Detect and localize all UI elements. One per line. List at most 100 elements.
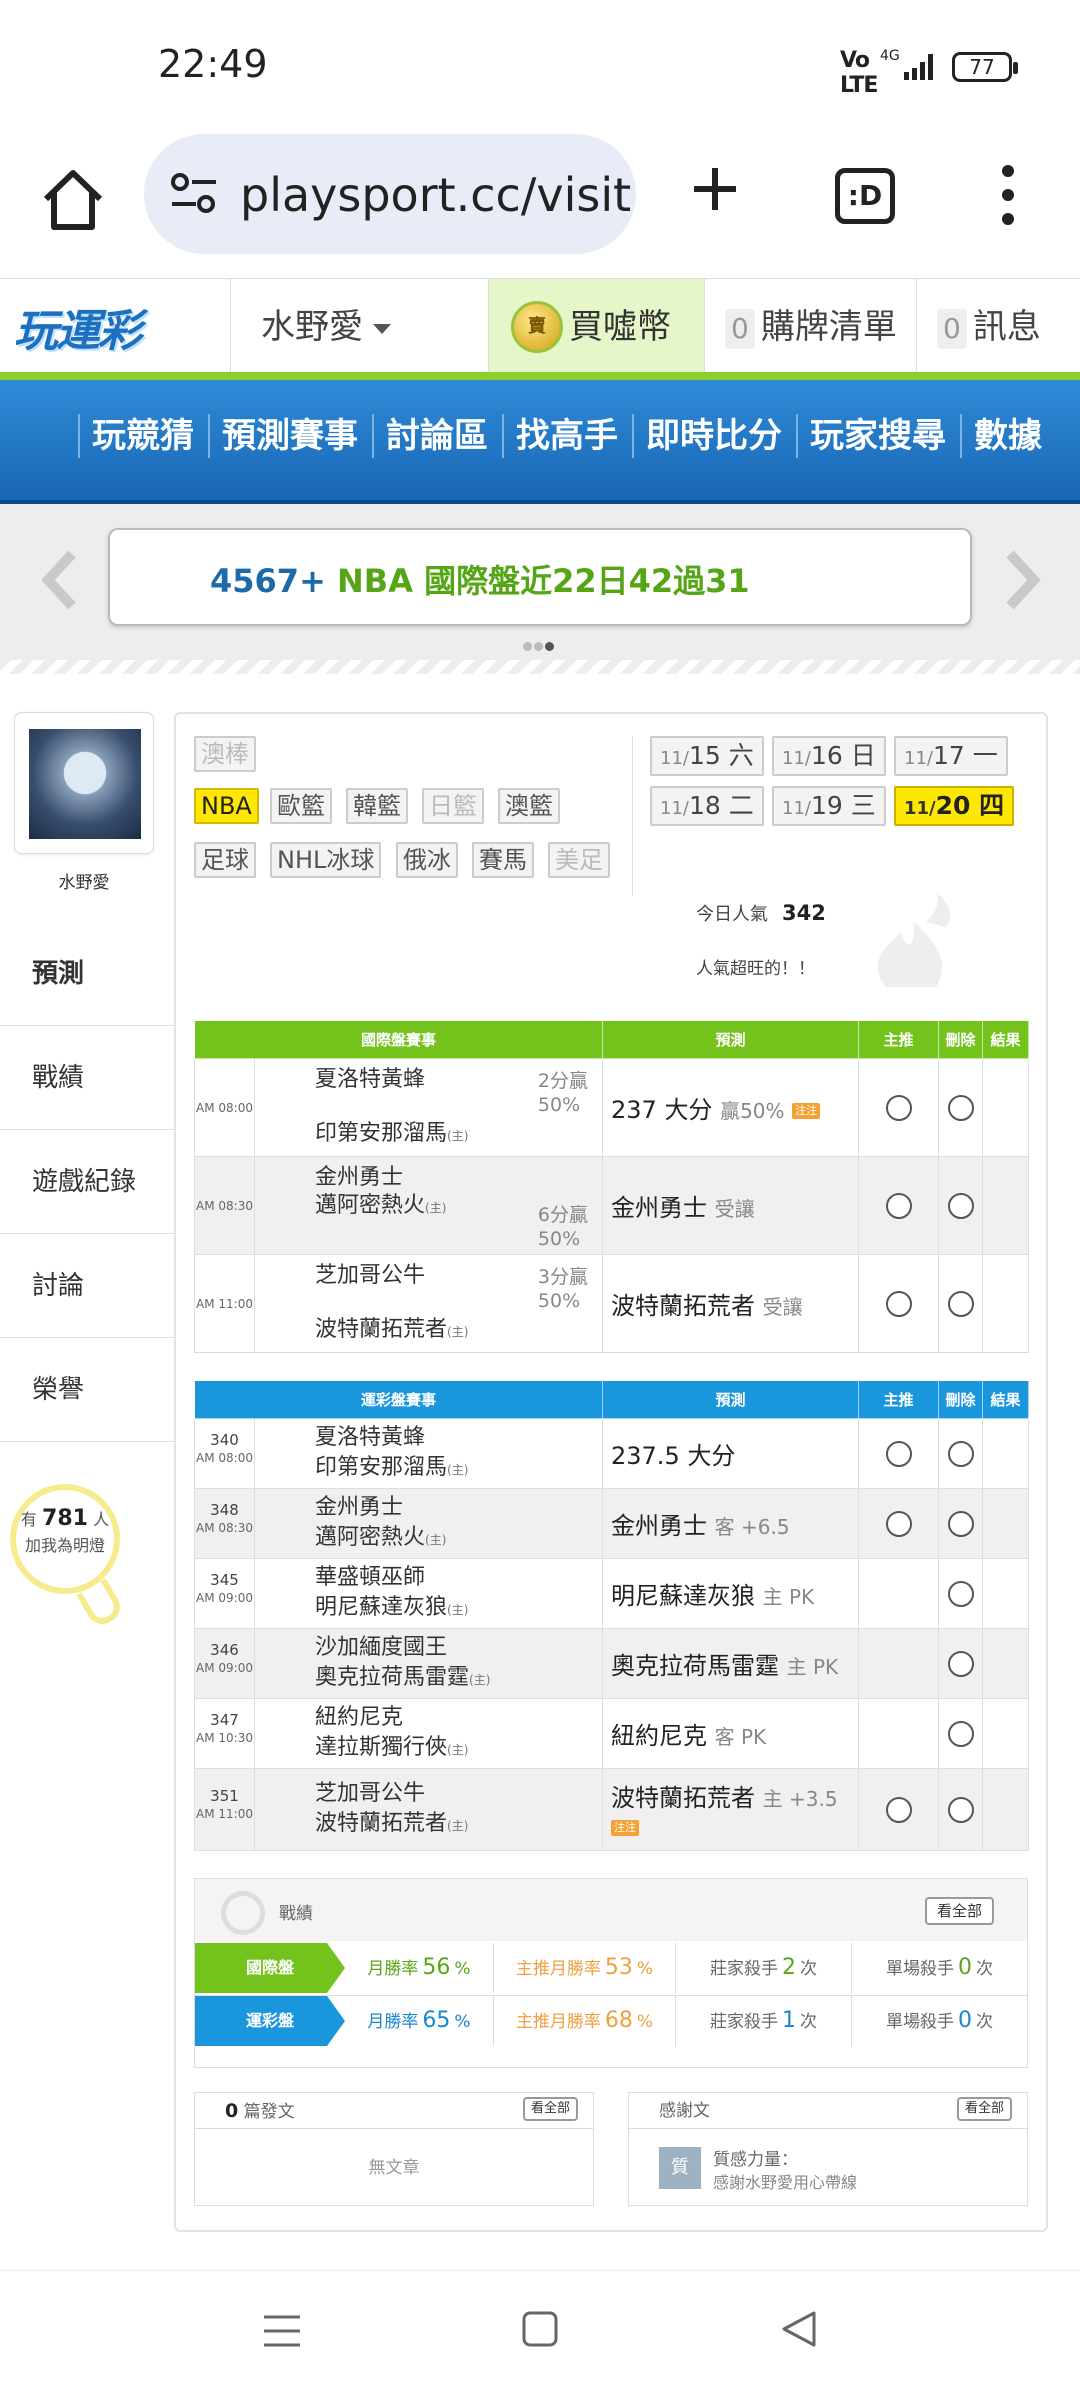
delete-radio[interactable] <box>947 1650 974 1677</box>
main-pick-radio[interactable] <box>885 1094 912 1121</box>
see-all-button[interactable]: 看全部 <box>925 1897 995 1925</box>
thanks-line2[interactable]: 感謝水野愛用心帶線 <box>713 2169 857 2193</box>
banner-card[interactable]: 4567+ NBA 國際盤近22日42過31 <box>108 528 972 626</box>
record-row-lottery: 運彩盤 月勝率 65% 主推月勝率 68% 莊家殺手 1 次 單場殺手 0 次 <box>195 1995 1027 2046</box>
nav-item[interactable]: 即時比分 <box>632 414 796 458</box>
match-time: AM 08:30 <box>195 1157 255 1254</box>
delete-radio[interactable] <box>947 1440 974 1467</box>
delete-radio[interactable] <box>947 1580 974 1607</box>
sport-chip[interactable]: 足球 <box>194 842 256 878</box>
nav-item[interactable]: 預測賽事 <box>208 414 372 458</box>
sport-chip[interactable]: 賽馬 <box>472 842 534 878</box>
nav-item[interactable]: 玩家搜尋 <box>796 414 960 458</box>
home-team: 明尼蘇達灰狼 <box>315 1595 448 1620</box>
address-bar[interactable]: playsport.cc/visit <box>144 134 636 254</box>
banner-text: NBA 國際盤近22日42過31 <box>337 562 750 600</box>
home-nav-icon[interactable] <box>522 2311 558 2347</box>
sport-chip[interactable]: 日籃 <box>422 788 484 824</box>
delete-radio[interactable] <box>947 1720 974 1747</box>
away-team: 夏洛特黃蜂 <box>315 1425 426 1450</box>
sidebar-item-history[interactable]: 遊戲紀錄 <box>0 1130 174 1234</box>
main-pick-radio[interactable] <box>885 1192 912 1219</box>
match-time: AM 11:00 <box>195 1255 255 1352</box>
home-icon[interactable] <box>38 165 108 235</box>
main-pick-radio[interactable] <box>885 1440 912 1467</box>
avatar[interactable] <box>14 712 154 854</box>
sport-chip[interactable]: 美足 <box>548 842 610 878</box>
coin-icon: 賣 <box>511 301 563 353</box>
see-all-thanks-button[interactable]: 看全部 <box>957 2097 1013 2121</box>
sport-chip[interactable]: NHL冰球 <box>270 842 382 878</box>
prediction-cell: 波特蘭拓荒者 受讓 <box>602 1254 859 1353</box>
date-tab[interactable]: 11/18 二 <box>650 786 764 826</box>
thanks-avatar: 質 <box>659 2147 701 2189</box>
cart-button[interactable]: 0 購牌清單 <box>704 279 916 375</box>
chevron-right-icon[interactable] <box>1000 544 1046 616</box>
main-pick-radio[interactable] <box>885 1290 912 1317</box>
match-time: 348 AM 08:30 <box>195 1489 255 1558</box>
follow-bulb[interactable]: 有 781 人加我為明燈 <box>10 1484 130 1634</box>
sidebar-item-honor[interactable]: 榮譽 <box>0 1338 174 1442</box>
overflow-menu-icon[interactable] <box>998 165 1018 235</box>
chevron-left-icon[interactable] <box>36 544 82 616</box>
avatar-image <box>29 729 141 839</box>
site-settings-icon[interactable] <box>170 172 218 216</box>
sidebar-item-discuss[interactable]: 討論 <box>0 1234 174 1338</box>
prediction-cell: 紐約尼克 客 PK <box>602 1698 859 1769</box>
table-row: AM 08:30 金州勇士 邁阿密熱火(主) 6分贏 50% 金州勇士 受讓 <box>194 1156 1029 1255</box>
messages-button[interactable]: 0 訊息 <box>916 279 1080 375</box>
sport-chip[interactable]: 歐籃 <box>270 788 332 824</box>
delete-radio[interactable] <box>947 1796 974 1823</box>
volte-icon: Vo LTE <box>840 48 878 98</box>
sport-chip[interactable]: 韓籃 <box>346 788 408 824</box>
delete-radio[interactable] <box>947 1290 974 1317</box>
recent-apps-icon[interactable] <box>262 2311 302 2351</box>
match-time: AM 08:00 <box>195 1059 255 1156</box>
nav-item[interactable]: 找高手 <box>502 414 632 458</box>
date-tab[interactable]: 11/16 日 <box>772 736 886 776</box>
sidebar-item-record[interactable]: 戰績 <box>0 1026 174 1130</box>
main-pick-radio[interactable] <box>885 1510 912 1537</box>
thanks-line1[interactable]: 質感力量： <box>713 2145 798 2170</box>
delete-radio[interactable] <box>947 1510 974 1537</box>
tab-switcher-button[interactable]: :D <box>835 168 895 224</box>
sport-chip[interactable]: 澳籃 <box>498 788 560 824</box>
sidebar-item-predict[interactable]: 預測 <box>0 922 174 1026</box>
sport-chip[interactable]: 澳棒 <box>194 736 256 772</box>
away-team: 華盛頓巫師 <box>315 1565 426 1590</box>
date-tab[interactable]: 11/19 三 <box>772 786 886 826</box>
user-dropdown[interactable]: 水野愛 <box>230 279 488 375</box>
sport-chip[interactable]: NBA <box>194 788 259 824</box>
table-row: 348 AM 08:30 金州勇士 邁阿密熱火(主) 金州勇士 客 +6.5 <box>194 1488 1029 1559</box>
away-team: 芝加哥公牛 <box>315 1781 426 1806</box>
table-row: AM 11:00 芝加哥公牛 波特蘭拓荒者(主) 3分贏 50% 波特蘭拓荒者 受… <box>194 1254 1029 1353</box>
sidebar-username: 水野愛 <box>58 873 110 893</box>
table-row: 351 AM 11:00 芝加哥公牛 波特蘭拓荒者(主) 波特蘭拓荒者 主 +3.5… <box>194 1768 1029 1851</box>
site-logo[interactable]: 玩運彩 <box>14 295 224 357</box>
sport-chip[interactable]: 俄冰 <box>396 842 458 878</box>
date-tab[interactable]: 11/15 六 <box>650 736 764 776</box>
battery-icon: 77 <box>952 52 1018 82</box>
new-tab-icon[interactable] <box>690 164 740 214</box>
delete-radio[interactable] <box>947 1094 974 1121</box>
back-icon[interactable] <box>780 2309 818 2349</box>
nav-item[interactable]: 玩競猜 <box>78 414 208 458</box>
home-team: 奧克拉荷馬雷霆 <box>315 1665 470 1690</box>
column-header: 主推 <box>858 1020 939 1059</box>
post-count: 0 <box>225 2100 239 2122</box>
main-pick-radio[interactable] <box>885 1796 912 1823</box>
carousel-dots <box>522 636 555 655</box>
buy-coins-button[interactable]: 賣 買噓幣 <box>488 279 704 375</box>
home-team: 波特蘭拓荒者 <box>315 1317 448 1342</box>
date-tab[interactable]: 11/17 一 <box>894 736 1008 776</box>
lottery-table: 運彩盤賽事 預測 主推 刪除 結果 340 AM 08:00 夏洛特黃蜂 印第安那溜… <box>194 1380 1029 1851</box>
delete-radio[interactable] <box>947 1192 974 1219</box>
date-tab-selected[interactable]: 11/20 四 <box>894 786 1015 826</box>
nav-item[interactable]: 討論區 <box>372 414 502 458</box>
nav-item[interactable]: 數據 <box>960 414 1056 458</box>
away-team: 紐約尼克 <box>315 1705 404 1730</box>
match-time: 347 AM 10:30 <box>195 1699 255 1768</box>
record-title: 戰績 <box>279 1904 313 1924</box>
away-team: 沙加緬度國王 <box>315 1635 448 1660</box>
see-all-posts-button[interactable]: 看全部 <box>523 2097 579 2121</box>
